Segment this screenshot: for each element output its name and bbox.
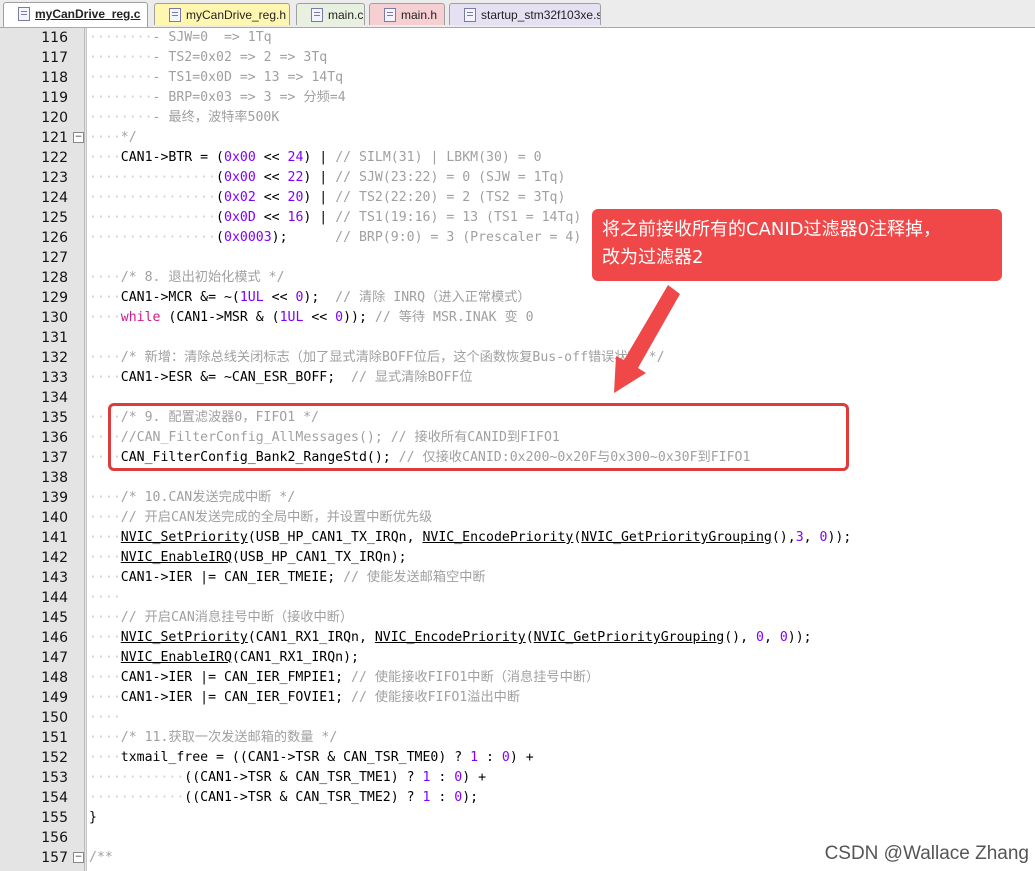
annotation-arrow-icon (614, 285, 680, 393)
callout-line-1: 将之前接收所有的CANID过滤器0注释掉， (602, 219, 941, 240)
annotation-callout: 将之前接收所有的CANID过滤器0注释掉， 改为过滤器2 (592, 209, 1002, 281)
callout-line-2: 改为过滤器2 (602, 247, 704, 268)
watermark: CSDN @Wallace Zhang (824, 843, 1029, 864)
